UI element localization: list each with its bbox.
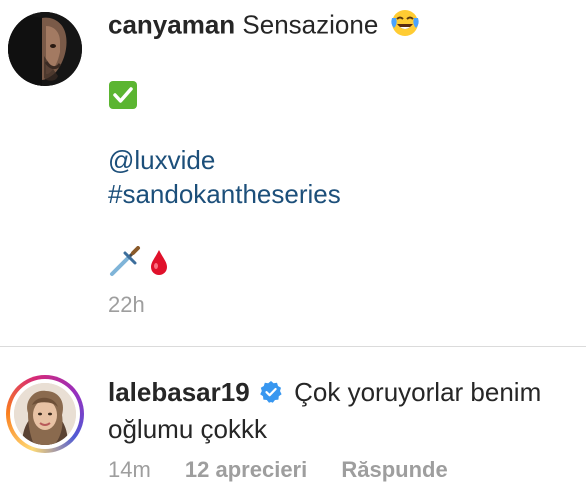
dagger-icon: [108, 246, 142, 283]
comment-text-block: lalebasar19 Çok yoruyorlar benim oğlumu …: [108, 375, 576, 446]
caption-text: Sensazione: [242, 9, 379, 40]
post-caption-block: canyaman Sensazione @luxvide #sandokanth…: [0, 0, 586, 346]
comment-meta-row: 14m 12 aprecieri Răspunde: [108, 457, 476, 483]
post-timestamp: 22h: [108, 292, 145, 317]
comment-username[interactable]: lalebasar19: [108, 377, 250, 407]
mention-link[interactable]: @luxvide: [108, 144, 215, 176]
comment-likes-button[interactable]: 12 aprecieri: [185, 457, 307, 483]
comment-timestamp: 14m: [108, 457, 151, 482]
comment-text-line1: Çok yoruyorlar benim: [294, 377, 542, 407]
emoji-row: [108, 246, 170, 278]
commenter-avatar[interactable]: [14, 383, 76, 445]
drop-of-blood-icon: [148, 247, 170, 282]
check-mark-button-icon: [108, 80, 138, 110]
comment-text-line2: oğlumu çokkk: [108, 414, 267, 444]
face-with-tears-of-joy-icon: [390, 8, 420, 45]
reply-button[interactable]: Răspunde: [341, 457, 447, 483]
comment-item: lalebasar19 Çok yoruyorlar benim oğlumu …: [0, 347, 586, 493]
author-photo-icon: [8, 12, 82, 86]
caption-line: canyaman Sensazione: [108, 8, 574, 45]
commenter-photo-icon: [14, 383, 76, 445]
verified-badge-icon: [259, 378, 283, 412]
post-username[interactable]: canyaman: [108, 9, 235, 39]
hashtag-link[interactable]: #sandokantheseries: [108, 178, 341, 210]
story-ring[interactable]: [6, 375, 84, 453]
author-avatar[interactable]: [8, 12, 82, 86]
